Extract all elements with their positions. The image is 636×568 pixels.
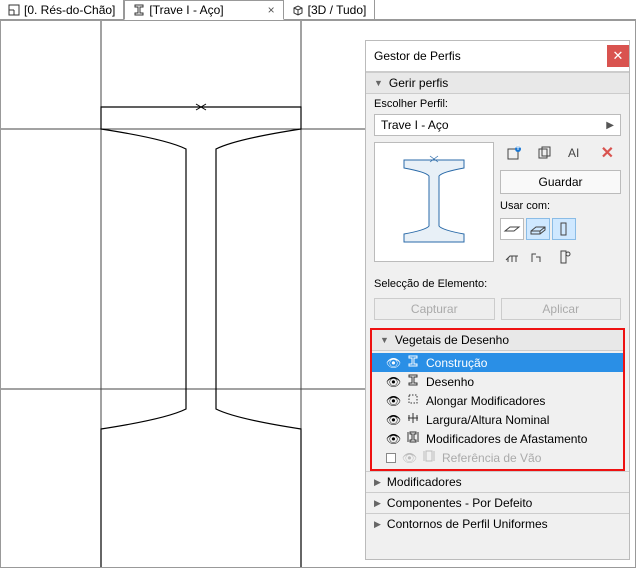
layer-item-drawing[interactable]: 👁 Desenho xyxy=(372,372,623,391)
visibility-icon[interactable]: 👁 xyxy=(386,356,400,370)
opening-icon xyxy=(422,450,436,465)
layer-item-construction[interactable]: 👁 Construção xyxy=(372,353,623,372)
chevron-right-icon: ▶ xyxy=(374,477,381,488)
visibility-icon[interactable]: 👁 xyxy=(402,451,416,465)
profile-icon xyxy=(406,374,420,389)
svg-text:+: + xyxy=(514,140,521,154)
visibility-icon[interactable]: 👁 xyxy=(386,375,400,389)
chevron-down-icon: ▼ xyxy=(374,78,383,88)
stretch-icon xyxy=(406,393,420,408)
new-profile-icon[interactable]: + xyxy=(503,142,525,164)
chevron-right-icon: ▶ xyxy=(606,120,614,131)
panel-header: Gestor de Perfis ✕ xyxy=(366,41,629,72)
tab-bar: [0. Rés-do-Chão] [Trave I - Aço] × [3D /… xyxy=(0,0,636,20)
tab-label: [3D / Tudo] xyxy=(308,3,367,17)
capture-button[interactable]: Capturar xyxy=(374,298,495,320)
use-with-label: Usar com: xyxy=(500,200,621,212)
highlighted-section: ▼ Vegetais de Desenho 👁 Construção 👁 Des… xyxy=(370,328,625,471)
close-panel-button[interactable]: ✕ xyxy=(607,45,629,67)
tab-label: [0. Rés-do-Chão] xyxy=(24,3,115,17)
visibility-icon[interactable]: 👁 xyxy=(386,413,400,427)
panel-title: Gestor de Perfis xyxy=(374,49,461,63)
offset-icon xyxy=(406,431,420,446)
tool-other[interactable] xyxy=(552,246,576,268)
chevron-right-icon: ▶ xyxy=(374,498,381,509)
profile-value: Trave I - Aço xyxy=(381,118,449,132)
rename-profile-icon[interactable]: AI xyxy=(565,142,587,164)
choose-profile-label: Escolher Perfil: xyxy=(366,94,629,114)
tab-3d[interactable]: [3D / Tudo] xyxy=(284,0,376,19)
ibeam-icon xyxy=(133,4,145,16)
apply-button[interactable]: Aplicar xyxy=(501,298,622,320)
layer-item-offset-modifiers[interactable]: 👁 Modificadores de Afastamento xyxy=(372,429,623,448)
visibility-icon[interactable]: 👁 xyxy=(386,394,400,408)
delete-profile-icon[interactable]: ✕ xyxy=(596,142,618,164)
save-button[interactable]: Guardar xyxy=(500,170,621,194)
floor-plan-icon xyxy=(8,4,20,16)
cube-icon xyxy=(292,4,304,16)
checkbox[interactable] xyxy=(386,453,396,463)
layer-item-stretch-modifiers[interactable]: 👁 Alongar Modificadores xyxy=(372,391,623,410)
layer-item-nominal-size[interactable]: 👁 Largura/Altura Nominal xyxy=(372,410,623,429)
tab-profile[interactable]: [Trave I - Aço] × xyxy=(124,0,283,20)
svg-text:I: I xyxy=(576,146,579,160)
selection-label: Selecção de Elemento: xyxy=(366,274,629,294)
chevron-right-icon: ▶ xyxy=(374,519,381,530)
section-uniform-contours[interactable]: ▶ Contornos de Perfil Uniformes xyxy=(366,513,629,534)
section-manage-profiles[interactable]: ▼ Gerir perfis xyxy=(366,72,629,94)
section-modifiers[interactable]: ▶ Modificadores xyxy=(366,471,629,492)
tab-label: [Trave I - Aço] xyxy=(149,3,223,17)
duplicate-profile-icon[interactable] xyxy=(534,142,556,164)
visibility-icon[interactable]: 👁 xyxy=(386,432,400,446)
tool-column[interactable] xyxy=(552,218,576,240)
section-components[interactable]: ▶ Componentes - Por Defeito xyxy=(366,492,629,513)
close-tab-icon[interactable]: × xyxy=(268,3,275,17)
dimension-icon xyxy=(406,412,420,427)
tool-object[interactable] xyxy=(526,246,550,268)
profile-dropdown[interactable]: Trave I - Aço ▶ xyxy=(374,114,621,136)
profile-preview xyxy=(374,142,494,262)
tool-handrail[interactable] xyxy=(500,246,524,268)
profile-icon xyxy=(406,355,420,370)
svg-text:A: A xyxy=(568,146,576,160)
layer-item-opening-reference[interactable]: 👁 Referência de Vão xyxy=(372,448,623,467)
tool-beam[interactable] xyxy=(526,218,550,240)
tab-floor-plan[interactable]: [0. Rés-do-Chão] xyxy=(0,0,124,19)
tool-wall[interactable] xyxy=(500,218,524,240)
chevron-down-icon: ▼ xyxy=(380,335,389,345)
section-drawing-layers[interactable]: ▼ Vegetais de Desenho xyxy=(372,330,623,351)
profile-manager-panel: Gestor de Perfis ✕ ▼ Gerir perfis Escolh… xyxy=(365,40,630,560)
